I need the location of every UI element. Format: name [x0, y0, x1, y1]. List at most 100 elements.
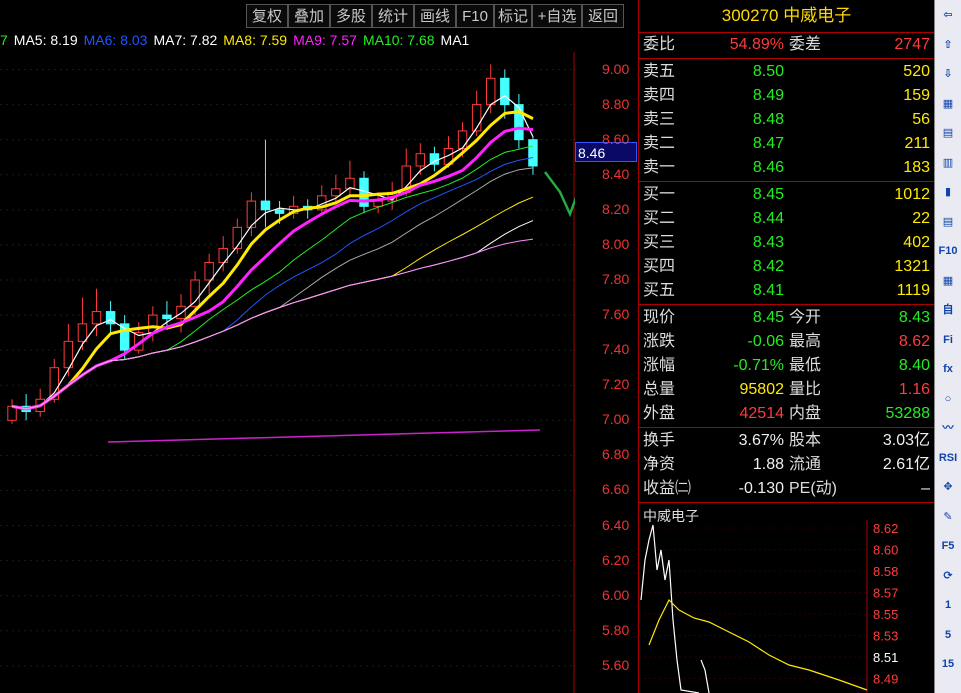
- tool-icon[interactable]: ▦: [937, 270, 959, 292]
- tool-icon[interactable]: ▮: [937, 181, 959, 203]
- stock-code: 300270: [721, 6, 779, 25]
- row-value: 8.48: [752, 111, 784, 128]
- y-tick-label: 6.60: [602, 481, 630, 498]
- row-value: -0.71%: [733, 357, 784, 374]
- tool-icon[interactable]: ▥: [937, 152, 959, 174]
- ma-line-long: [107, 429, 541, 443]
- candle-body: [77, 323, 88, 342]
- intraday-mini-chart[interactable]: 8.62 8.60 8.58 8.57 8.55 8.53 8.51 8.49: [639, 520, 934, 693]
- row-value: 8.45: [752, 186, 784, 203]
- tool-icon[interactable]: ✎: [937, 506, 959, 528]
- candle-body: [528, 139, 538, 167]
- tool-icon[interactable]: ▦: [937, 93, 959, 115]
- toolbar-button-2[interactable]: 多股: [330, 4, 372, 28]
- mini-price-line: [640, 524, 710, 693]
- row-label: 卖三: [643, 111, 676, 128]
- row-value-2: 159: [903, 87, 930, 104]
- toolbar-button-7[interactable]: +自选: [532, 4, 582, 28]
- ask-row: 卖四 8.49 159: [639, 84, 934, 108]
- toolbar-button-6[interactable]: 标记: [494, 4, 532, 28]
- y-tick-label: 7.80: [602, 271, 630, 287]
- toolbar-button-5[interactable]: F10: [456, 4, 494, 28]
- toolbar-button-8[interactable]: 返回: [582, 4, 624, 28]
- toolbar-button-4[interactable]: 画线: [414, 4, 456, 28]
- y-tick-label: 8.80: [602, 95, 630, 112]
- right-toolbar: ⇦ ⇧ ⇩ ▦ ▤ ▥ ▮ ▤ F10 ▦ 自 Fi fx ○ 〰 RSI ✥ ✎ F5 ⟳ 1 5 15: [934, 0, 961, 693]
- y-tick-label: 7.60: [602, 306, 630, 323]
- row-label: 外盘: [643, 405, 676, 422]
- bid-row: 买二 8.44 22: [639, 207, 934, 231]
- mini-y-label: 8.57: [873, 586, 898, 601]
- y-tick-label: 6.00: [602, 586, 630, 603]
- quote-row: 总量 95802 量比 1.16: [639, 378, 934, 402]
- tool-icon[interactable]: ⟳: [937, 565, 959, 587]
- mini-y-label: 8.60: [873, 543, 898, 558]
- row-label: 买五: [643, 282, 676, 299]
- row-label-2: 今开: [789, 309, 822, 326]
- toolbar-button-0[interactable]: 复权: [246, 4, 288, 28]
- row-label-2: PE(动): [789, 480, 838, 497]
- ma-line: [11, 110, 534, 411]
- row-value: 54.89%: [729, 36, 784, 53]
- y-tick-label: 8.60: [602, 130, 630, 147]
- weibi-row: 委比 54.89% 委差 2747: [639, 33, 934, 57]
- row-label: 总量: [643, 381, 676, 398]
- candle-body: [373, 200, 383, 207]
- tool-icon[interactable]: RSI: [937, 447, 959, 469]
- tool-icon[interactable]: ○: [937, 388, 959, 410]
- tool-icon[interactable]: 自: [937, 299, 959, 321]
- row-value-2: –: [921, 480, 930, 497]
- bid-row: 买五 8.41 1119: [639, 279, 934, 303]
- row-value: -0.130: [738, 480, 784, 497]
- tool-icon[interactable]: 〰: [937, 417, 959, 439]
- row-label: 收益㈡: [643, 480, 692, 497]
- fundamental-row: 换手 3.67% 股本 3.03亿: [639, 429, 934, 453]
- y-tick-label: 6.80: [602, 446, 630, 463]
- row-value-2: 2747: [894, 36, 930, 53]
- tool-icon[interactable]: ▤: [937, 211, 959, 233]
- candle-body: [274, 209, 285, 214]
- row-value: 8.42: [752, 258, 784, 275]
- tool-icon[interactable]: F5: [937, 535, 959, 557]
- row-value: 1.88: [752, 456, 784, 473]
- ask-row: 卖五 8.50 520: [639, 60, 934, 84]
- tool-icon[interactable]: fx: [937, 358, 959, 380]
- tool-icon[interactable]: ⇦: [937, 4, 959, 26]
- tool-icon[interactable]: ▤: [937, 122, 959, 144]
- y-tick-label: 5.80: [602, 621, 630, 638]
- candle-body: [204, 261, 214, 281]
- tool-icon[interactable]: ⇧: [937, 34, 959, 56]
- row-value-2: 1321: [894, 258, 930, 275]
- mini-y-label: 8.55: [873, 607, 898, 622]
- toolbar-button-1[interactable]: 叠加: [288, 4, 330, 28]
- y-tick-label: 7.40: [602, 341, 630, 358]
- row-label: 现价: [643, 309, 676, 326]
- tool-icon[interactable]: Fi: [937, 329, 959, 351]
- row-label: 买二: [643, 210, 676, 227]
- tool-icon[interactable]: F10: [937, 240, 959, 262]
- mini-y-label: 8.49: [873, 672, 898, 687]
- tool-icon[interactable]: ⇩: [937, 63, 959, 85]
- tool-icon[interactable]: ✥: [937, 476, 959, 498]
- row-value: 8.50: [752, 63, 784, 80]
- row-label: 卖五: [643, 63, 676, 80]
- row-label: 净资: [643, 456, 676, 473]
- kline-chart[interactable]: [0, 52, 575, 693]
- row-label: 委比: [643, 36, 676, 53]
- quote-row: 涨幅 -0.71% 最低 8.40: [639, 354, 934, 378]
- toolbar-button-3[interactable]: 统计: [372, 4, 414, 28]
- row-value-2: 1.16: [898, 381, 930, 398]
- separator: [639, 427, 934, 428]
- stock-title: 300270 中威电子: [639, 0, 934, 33]
- tool-icon[interactable]: 1: [937, 594, 959, 616]
- row-value: 8.46: [752, 159, 784, 176]
- ma-legend-item: MA8: 7.59: [223, 32, 288, 48]
- tool-icon[interactable]: 15: [937, 653, 959, 675]
- row-value-2: 22: [912, 210, 930, 227]
- ma-legend-item: MA7: 7.82: [153, 32, 218, 48]
- tool-icon[interactable]: 5: [937, 624, 959, 646]
- row-value: 8.45: [752, 309, 784, 326]
- fundamental-row: 收益㈡ -0.130 PE(动) –: [639, 477, 934, 501]
- ask-row: 卖三 8.48 56: [639, 108, 934, 132]
- separator: [639, 502, 934, 503]
